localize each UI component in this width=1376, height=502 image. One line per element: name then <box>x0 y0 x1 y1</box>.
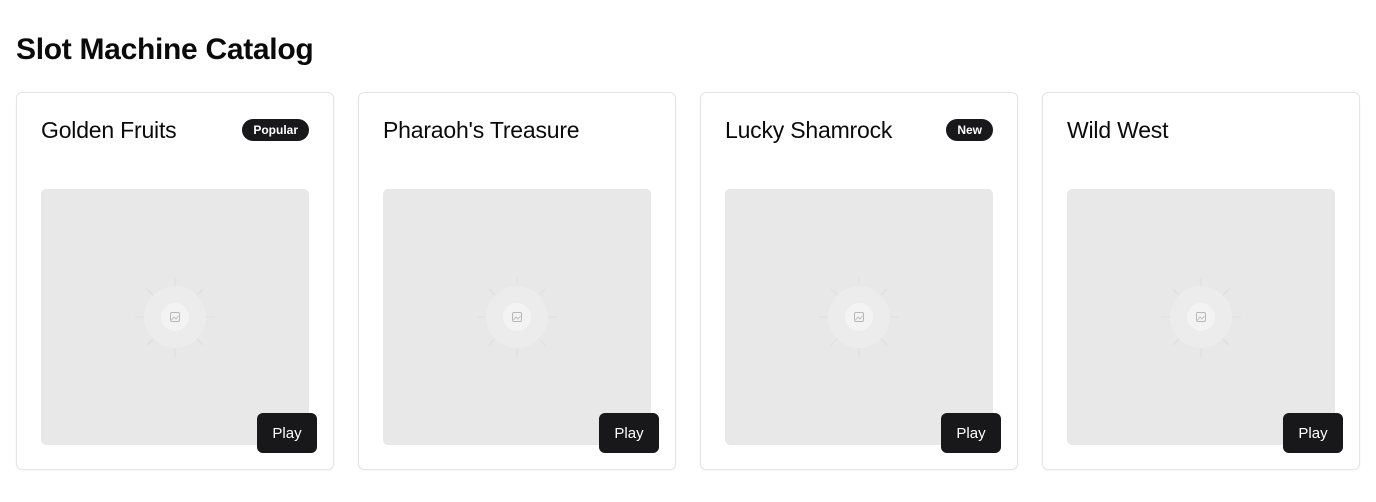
status-badge: New <box>946 119 993 141</box>
page-title: Slot Machine Catalog <box>16 33 314 66</box>
card-title: Wild West <box>1067 116 1169 143</box>
status-badge: Popular <box>242 119 309 141</box>
card-header: Golden Fruits Popular <box>41 115 309 145</box>
card-title: Lucky Shamrock <box>725 116 893 143</box>
play-button[interactable]: Play <box>257 413 317 453</box>
image-placeholder-icon <box>477 277 557 357</box>
image-placeholder-icon <box>819 277 899 357</box>
slot-image-placeholder <box>41 189 309 445</box>
slot-card-pharaohs-treasure: Pharaoh's Treasure Play <box>358 92 676 470</box>
card-header: Wild West <box>1067 115 1335 145</box>
slot-image-placeholder <box>383 189 651 445</box>
play-button[interactable]: Play <box>941 413 1001 453</box>
card-title: Pharaoh's Treasure <box>383 116 580 143</box>
card-header: Lucky Shamrock New <box>725 115 993 145</box>
slot-image-placeholder <box>1067 189 1335 445</box>
slot-catalog-grid: Golden Fruits Popular Play Pharaoh's Tre… <box>16 92 1360 470</box>
play-button[interactable]: Play <box>1283 413 1343 453</box>
slot-image-placeholder <box>725 189 993 445</box>
image-placeholder-icon <box>1161 277 1241 357</box>
play-button[interactable]: Play <box>599 413 659 453</box>
card-title: Golden Fruits <box>41 116 177 143</box>
slot-card-lucky-shamrock: Lucky Shamrock New Play <box>700 92 1018 470</box>
card-header: Pharaoh's Treasure <box>383 115 651 145</box>
image-placeholder-icon <box>135 277 215 357</box>
slot-card-golden-fruits: Golden Fruits Popular Play <box>16 92 334 470</box>
slot-card-wild-west: Wild West Play <box>1042 92 1360 470</box>
